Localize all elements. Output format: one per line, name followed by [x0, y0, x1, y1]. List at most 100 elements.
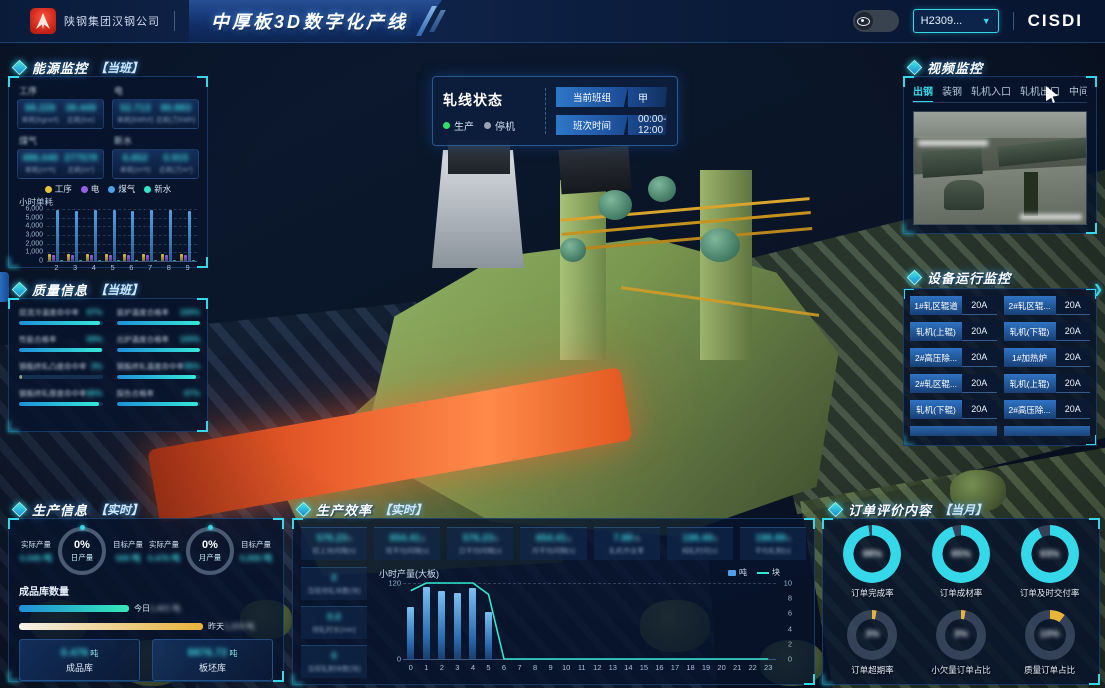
energy-chart-title: 小时单耗	[19, 196, 199, 208]
inventory-bar-yesterday: 昨天1,203 吨	[19, 621, 273, 632]
legend-dot	[108, 186, 115, 193]
monthly-output-gauge: 实际产量0.476 吨 0%月产量 目标产量5,000 吨	[147, 527, 273, 575]
equipment-button[interactable]: 1#加热炉	[1004, 348, 1056, 367]
status-dot	[443, 122, 450, 129]
energy-panel-title: 能源监控 【当班】	[14, 58, 143, 77]
slab-store[interactable]: 8876.72吨 板坯库	[152, 639, 273, 681]
header-divider	[174, 11, 175, 31]
stat-box: 7.88%轧机作业率	[594, 527, 660, 560]
tab-camera-charging[interactable]: 装钢	[942, 83, 962, 98]
equipment-cell: 1#加热炉20A	[1004, 348, 1091, 367]
flame-icon	[36, 13, 50, 29]
video-camera-tabs: 出钢 装钢 轧机入口 轧机出口 中间冷 电加热	[913, 83, 1087, 103]
equipment-current-value: 20A	[962, 400, 997, 419]
production-panel: 实际产量0.045 吨 0%日产量 目标产量500 吨 实际产量0.476 吨 …	[8, 518, 284, 682]
video-machinery	[944, 180, 984, 210]
camera-select-value: H2309...	[921, 15, 963, 27]
visibility-toggle[interactable]	[853, 10, 899, 32]
equipment-button[interactable]: 2#轧区辊...	[1004, 296, 1056, 315]
efficiency-side-stats: 0当班待轧块数(块) 0.0待轧时长(min) 0当班轧制块数(块)	[301, 567, 367, 678]
legend-dot	[81, 186, 88, 193]
energy-chart-y-axis: 6,0005,0004,0003,0002,0001,0000	[17, 209, 45, 261]
company-logo	[30, 8, 56, 34]
video-osd-timestamp	[918, 140, 988, 146]
quality-item: 层流冷温度命中率97%	[19, 307, 103, 325]
tab-camera-intermediate-cooling[interactable]: 中间冷	[1069, 83, 1087, 98]
diamond-icon	[907, 270, 923, 286]
donut-order-yield: 95% 订单成材率	[920, 525, 1003, 602]
equipment-current-value: 20A	[1056, 374, 1091, 393]
equipment-current-value: 20A	[1056, 348, 1091, 367]
donut-quality-orders: 10% 质量订单占比	[1008, 610, 1091, 679]
energy-hourly-chart: 6,0005,0004,0003,0002,0001,0000 23456789	[17, 209, 199, 275]
legend-item: 块	[757, 567, 780, 578]
equipment-current-value: 20A	[962, 322, 997, 341]
equipment-current-value: 20A	[1056, 322, 1091, 341]
equipment-cell: 2#轧区辊...20A	[1004, 296, 1091, 315]
tab-camera-tapping[interactable]: 出钢	[913, 83, 933, 98]
diamond-icon	[12, 502, 28, 518]
legend-bar-swatch	[728, 570, 736, 576]
daily-output-gauge: 实际产量0.045 吨 0%日产量 目标产量500 吨	[19, 527, 145, 575]
page-title-banner: 中厚板3D数字化产线	[189, 0, 442, 42]
donut-order-completion: 98% 订单完成率	[831, 525, 914, 602]
equipment-button[interactable]: 2#高压除...	[1004, 400, 1056, 419]
top-header: 陕钢集团汉钢公司 中厚板3D数字化产线 H2309... ▼ CISDI	[0, 0, 1105, 43]
daily-output-ring: 0%日产量	[58, 527, 106, 575]
diamond-icon	[828, 502, 844, 518]
video-panel: 出钢 装钢 轧机入口 轧机出口 中间冷 电加热	[903, 76, 1097, 234]
quality-item: 性能合格率99%	[19, 334, 103, 352]
equipment-partial-row	[910, 426, 997, 436]
legend-item: 吨	[728, 567, 747, 578]
equipment-cell: 2#高压除...20A	[1004, 400, 1091, 419]
equipment-button[interactable]: 2#轧区辊...	[910, 374, 962, 393]
equipment-button[interactable]: 轧机(下辊)	[1004, 322, 1056, 341]
video-panel-title: 视频监控	[909, 58, 983, 77]
cctv-video-feed[interactable]	[913, 111, 1087, 225]
equipment-cell: 轧机(下辊)20A	[910, 400, 997, 419]
energy-group: 电 52.713单耗(kWh/t) 80.883总耗(万kWh)	[112, 83, 199, 129]
diamond-icon	[907, 60, 923, 76]
legend-item: 新水	[144, 183, 171, 195]
legend-dot	[144, 186, 151, 193]
equipment-button[interactable]: 轧机(上辊)	[910, 322, 962, 341]
status-dot	[484, 122, 491, 129]
equipment-current-value: 20A	[962, 374, 997, 393]
company-name: 陕钢集团汉钢公司	[64, 13, 160, 29]
finished-goods-store[interactable]: 0.476吨 成品库	[19, 639, 140, 681]
camera-select-dropdown[interactable]: H2309... ▼	[913, 9, 999, 33]
energy-group: 工序 68.226单耗(kgce/t) 39.449总耗(tce)	[17, 83, 104, 129]
equipment-button[interactable]: 轧机(上辊)	[1004, 374, 1056, 393]
legend-line-swatch	[757, 572, 769, 574]
dashboard-root: 陕钢集团汉钢公司 中厚板3D数字化产线 H2309... ▼ CISDI 能源监…	[0, 0, 1105, 688]
quality-panel-title: 质量信息 【当班】	[14, 280, 143, 299]
production-panel-title: 生产信息 【实时】	[14, 500, 143, 519]
quality-item: 钢板终轧厚度命中率96%	[19, 388, 103, 406]
panel-expander-icon[interactable]: ❯	[1093, 282, 1103, 296]
hourly-chart-legend: 吨 块	[728, 567, 780, 578]
stat-box: 0.0待轧时长(min)	[301, 606, 367, 639]
stat-box: 576.23s日平均间隔(s)	[447, 527, 513, 560]
monthly-output-ring: 0%月产量	[186, 527, 234, 575]
legend-item: 煤气	[108, 183, 135, 195]
video-machinery	[921, 148, 983, 178]
equipment-current-value: 20A	[1056, 296, 1091, 315]
equipment-cell: 轧机(上辊)20A	[910, 322, 997, 341]
stat-box: 654.41s月平均间隔(s)	[520, 527, 586, 560]
quality-panel: 层流冷温度命中率97% 装炉温度合格率100% 性能合格率99% 出炉温度合格率…	[8, 298, 208, 432]
quality-item: 装炉温度合格率100%	[117, 307, 201, 325]
header-divider	[1013, 12, 1014, 30]
equipment-button[interactable]: 轧机(下辊)	[910, 400, 962, 419]
line-status-title: 轧线状态	[443, 90, 535, 110]
equipment-button[interactable]: 2#高压除...	[910, 348, 962, 367]
tab-camera-mill-entry[interactable]: 轧机入口	[971, 83, 1011, 98]
toggle-knob[interactable]	[855, 12, 873, 30]
equipment-panel-title: 设备运行监控	[909, 268, 1011, 287]
equipment-button[interactable]: 1#轧区辊道	[910, 296, 962, 315]
status-divider	[545, 88, 546, 134]
orders-panel-title: 订单评价内容 【当月】	[830, 500, 987, 519]
shift-team-row: 当前班组 甲	[556, 87, 667, 107]
diamond-icon	[12, 60, 28, 76]
equipment-current-value: 20A	[962, 348, 997, 367]
donut-ontime-delivery: 93% 订单及时交付率	[1008, 525, 1091, 602]
